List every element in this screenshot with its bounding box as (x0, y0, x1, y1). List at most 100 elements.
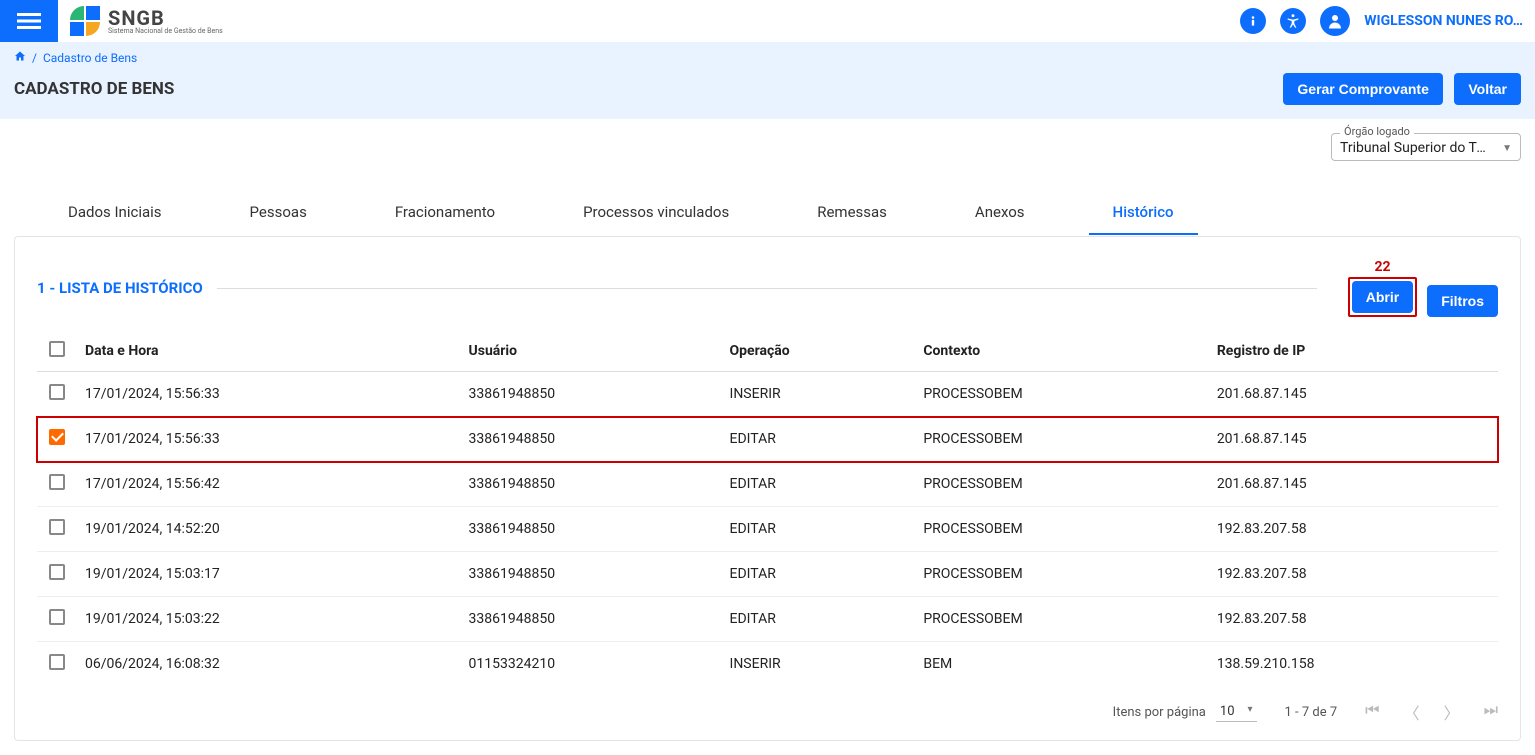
row-checkbox[interactable] (49, 654, 65, 670)
table-row[interactable]: 17/01/2024, 15:56:3333861948850EDITARPRO… (37, 417, 1498, 462)
orgao-value: Tribunal Superior do Tra… (1340, 140, 1490, 156)
menu-button[interactable] (0, 0, 58, 42)
cell-contexto: PROCESSOBEM (915, 597, 1208, 642)
cell-operacao: EDITAR (722, 462, 916, 507)
cell-contexto: PROCESSOBEM (915, 552, 1208, 597)
table-row[interactable]: 17/01/2024, 15:56:4233861948850EDITARPRO… (37, 462, 1498, 507)
cell-ip: 192.83.207.58 (1209, 552, 1498, 597)
home-icon (14, 50, 26, 62)
row-checkbox[interactable] (49, 384, 65, 400)
cell-ip: 192.83.207.58 (1209, 597, 1498, 642)
brand-name: SNGB (108, 8, 223, 28)
tab-fracionamento[interactable]: Fracionamento (371, 191, 519, 235)
cell-operacao: EDITAR (722, 417, 916, 462)
subheader: / Cadastro de Bens CADASTRO DE BENS Gera… (0, 42, 1535, 119)
cell-operacao: INSERIR (722, 642, 916, 687)
accessibility-button[interactable] (1280, 8, 1306, 34)
history-table: Data e Hora Usuário Operação Contexto Re… (37, 331, 1498, 686)
filtros-button[interactable]: Filtros (1427, 285, 1498, 317)
tab-processos-vinculados[interactable]: Processos vinculados (559, 191, 753, 235)
topbar: SNGB Sistema Nacional de Gestão de Bens … (0, 0, 1535, 42)
cell-operacao: EDITAR (722, 507, 916, 552)
brand-tagline: Sistema Nacional de Gestão de Bens (108, 28, 223, 35)
col-data[interactable]: Data e Hora (77, 331, 461, 372)
row-checkbox[interactable] (49, 564, 65, 580)
cell-contexto: PROCESSOBEM (915, 507, 1208, 552)
tab-remessas[interactable]: Remessas (793, 191, 911, 235)
cell-usuario: 33861948850 (461, 462, 722, 507)
first-page-button[interactable]: ⏮ (1365, 700, 1379, 724)
row-checkbox[interactable] (49, 609, 65, 625)
cell-data: 19/01/2024, 14:52:20 (77, 507, 461, 552)
tab-dados-iniciais[interactable]: Dados Iniciais (44, 191, 186, 235)
abrir-button[interactable]: Abrir (1352, 281, 1413, 313)
cell-data: 19/01/2024, 15:03:22 (77, 597, 461, 642)
table-row[interactable]: 17/01/2024, 15:56:3333861948850INSERIRPR… (37, 372, 1498, 417)
next-page-button[interactable]: 〉 (1444, 700, 1460, 724)
table-row[interactable]: 06/06/2024, 16:08:3201153324210INSERIRBE… (37, 642, 1498, 687)
cell-operacao: INSERIR (722, 372, 916, 417)
ipp-select[interactable]: 10 (1216, 702, 1257, 722)
cell-data: 17/01/2024, 15:56:33 (77, 417, 461, 462)
voltar-button[interactable]: Voltar (1454, 73, 1521, 105)
info-button[interactable] (1240, 8, 1266, 34)
cell-usuario: 33861948850 (461, 597, 722, 642)
table-row[interactable]: 19/01/2024, 14:52:2033861948850EDITARPRO… (37, 507, 1498, 552)
cell-ip: 201.68.87.145 (1209, 372, 1498, 417)
cell-operacao: EDITAR (722, 552, 916, 597)
table-row[interactable]: 19/01/2024, 15:03:1733861948850EDITARPRO… (37, 552, 1498, 597)
last-page-button[interactable]: ⏭ (1484, 700, 1498, 724)
cell-data: 17/01/2024, 15:56:42 (77, 462, 461, 507)
page-range: 1 - 7 de 7 (1285, 705, 1338, 720)
cell-data: 06/06/2024, 16:08:32 (77, 642, 461, 687)
ipp-label: Itens por página (1113, 705, 1206, 720)
cell-contexto: PROCESSOBEM (915, 417, 1208, 462)
tabs: Dados Iniciais Pessoas Fracionamento Proces… (14, 191, 1521, 236)
page-title: CADASTRO DE BENS (14, 79, 174, 99)
row-checkbox[interactable] (49, 429, 65, 445)
abrir-annotation: 22 (1374, 259, 1390, 275)
table-row[interactable]: 19/01/2024, 15:03:2233861948850EDITARPRO… (37, 597, 1498, 642)
cell-usuario: 33861948850 (461, 417, 722, 462)
tab-pessoas[interactable]: Pessoas (226, 191, 331, 235)
col-operacao[interactable]: Operação (722, 331, 916, 372)
user-icon (1326, 12, 1344, 30)
select-all-checkbox[interactable] (49, 341, 65, 357)
user-display-name[interactable]: WIGLESSON NUNES RO… (1364, 13, 1523, 29)
cell-ip: 201.68.87.145 (1209, 417, 1498, 462)
col-contexto[interactable]: Contexto (915, 331, 1208, 372)
cell-data: 17/01/2024, 15:56:33 (77, 372, 461, 417)
logo-mark-icon (70, 6, 100, 36)
info-icon (1246, 14, 1260, 28)
pagination: Itens por página 10 1 - 7 de 7 ⏮ 〈 〉 ⏭ (37, 700, 1498, 724)
cell-contexto: BEM (915, 642, 1208, 687)
cell-contexto: PROCESSOBEM (915, 372, 1208, 417)
breadcrumb-home[interactable] (14, 50, 26, 65)
hamburger-icon (17, 9, 41, 33)
cell-usuario: 33861948850 (461, 372, 722, 417)
row-checkbox[interactable] (49, 474, 65, 490)
user-avatar[interactable] (1320, 6, 1350, 36)
panel-title: 1 - LISTA DE HISTÓRICO (37, 279, 203, 297)
chevron-down-icon: ▼ (1502, 143, 1512, 154)
breadcrumb-separator: / (32, 51, 37, 65)
prev-page-button[interactable]: 〈 (1404, 700, 1420, 724)
col-usuario[interactable]: Usuário (461, 331, 722, 372)
gerar-comprovante-button[interactable]: Gerar Comprovante (1283, 73, 1442, 105)
orgao-select[interactable]: Órgão logado Tribunal Superior do Tra… ▼ (1331, 133, 1521, 161)
tab-histórico[interactable]: Histórico (1089, 191, 1198, 235)
app-logo: SNGB Sistema Nacional de Gestão de Bens (70, 6, 223, 36)
col-ip[interactable]: Registro de IP (1209, 331, 1498, 372)
cell-ip: 138.59.210.158 (1209, 642, 1498, 687)
body-area: Órgão logado Tribunal Superior do Tra… ▼… (0, 119, 1535, 755)
cell-usuario: 33861948850 (461, 552, 722, 597)
accessibility-icon (1285, 13, 1301, 29)
tab-anexos[interactable]: Anexos (951, 191, 1049, 235)
history-panel: 1 - LISTA DE HISTÓRICO 22 Abrir Filtros … (14, 236, 1521, 741)
cell-operacao: EDITAR (722, 597, 916, 642)
cell-contexto: PROCESSOBEM (915, 462, 1208, 507)
breadcrumb-current[interactable]: Cadastro de Bens (43, 51, 137, 65)
breadcrumb: / Cadastro de Bens (14, 50, 1521, 65)
row-checkbox[interactable] (49, 519, 65, 535)
cell-ip: 192.83.207.58 (1209, 507, 1498, 552)
